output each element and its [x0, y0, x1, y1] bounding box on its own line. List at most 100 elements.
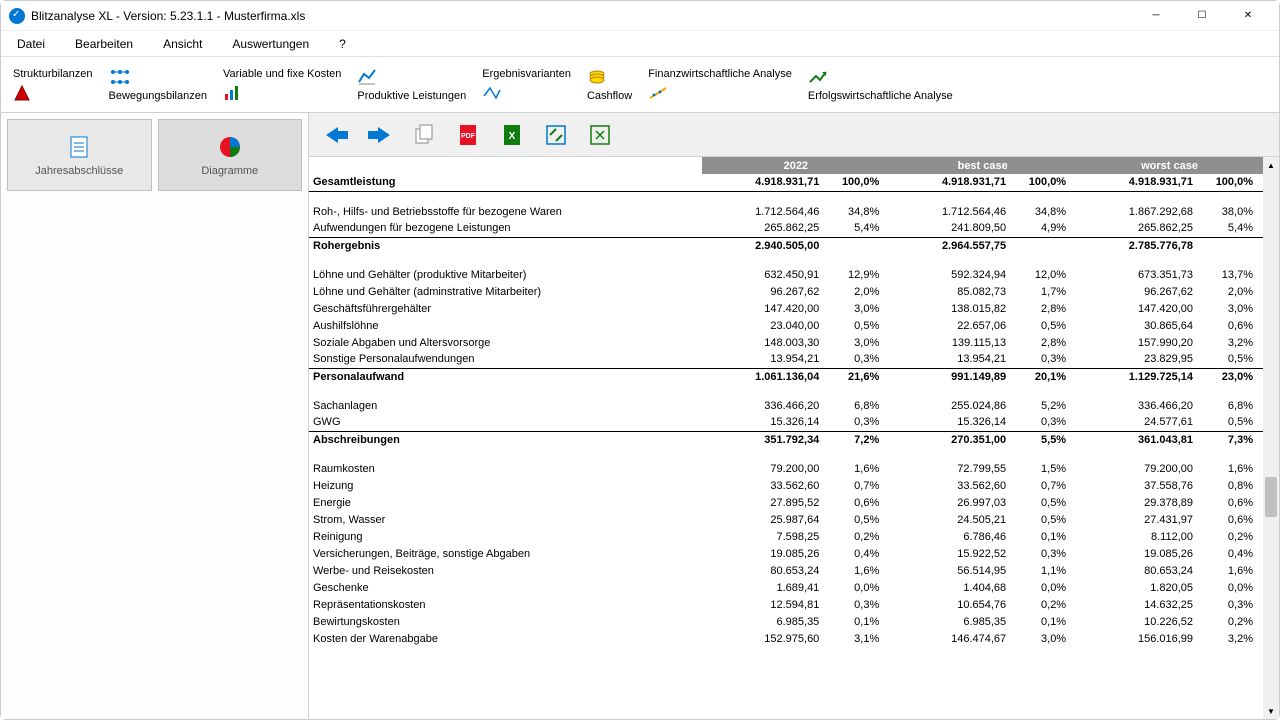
cell-value: 1.129.725,14 — [1076, 368, 1199, 385]
menu-bearbeiten[interactable]: Bearbeiten — [69, 33, 139, 55]
table-row — [309, 385, 1263, 397]
table-row: Sachanlagen336.466,206,8%255.024,865,2%3… — [309, 397, 1263, 414]
cell-value: 24.577,61 — [1076, 414, 1199, 431]
minimize-button[interactable]: ─ — [1133, 1, 1179, 31]
dots-icon — [103, 67, 137, 87]
side-panel: Jahresabschlüsse Diagramme — [1, 113, 309, 719]
scroll-thumb[interactable] — [1265, 477, 1277, 517]
row-label: Sachanlagen — [309, 397, 702, 414]
cell-pct: 3,1% — [825, 630, 889, 647]
cell-pct: 1,5% — [1012, 460, 1076, 477]
cell-value: 10.226,52 — [1076, 613, 1199, 630]
cell-value: 79.200,00 — [1076, 460, 1199, 477]
cell-value: 4.918.931,71 — [889, 174, 1012, 191]
cell-pct: 0,8% — [1199, 477, 1263, 494]
cell-pct: 0,1% — [1012, 613, 1076, 630]
cell-value: 241.809,50 — [889, 220, 1012, 237]
maximize-button[interactable]: ☐ — [1179, 1, 1225, 31]
cell-value: 157.990,20 — [1076, 334, 1199, 351]
row-label: Soziale Abgaben und Altersvorsorge — [309, 334, 702, 351]
table-row: Rohergebnis2.940.505,002.964.557,752.785… — [309, 237, 1263, 254]
tool-erfolg[interactable]: Erfolgswirtschaftliche Analyse — [802, 89, 959, 103]
table-row: Aufwendungen für bezogene Leistungen265.… — [309, 220, 1263, 237]
cell-value: 1.712.564,46 — [702, 203, 825, 220]
row-label: GWG — [309, 414, 702, 431]
cell-value: 79.200,00 — [702, 460, 825, 477]
col-header-2022: 2022 — [702, 157, 889, 174]
row-label: Löhne und Gehälter (adminstrative Mitarb… — [309, 283, 702, 300]
tool-variable-fixe[interactable]: Variable und fixe Kosten — [217, 67, 347, 81]
side-jahresabschluesse[interactable]: Jahresabschlüsse — [7, 119, 152, 191]
row-label: Energie — [309, 494, 702, 511]
cell-value: 23.040,00 — [702, 317, 825, 334]
cell-value: 138.015,82 — [889, 300, 1012, 317]
tool-finanz[interactable]: Finanzwirtschaftliche Analyse — [642, 67, 798, 81]
tool-bewegungsbilanzen[interactable]: Bewegungsbilanzen — [103, 89, 213, 103]
tool-strukturbilanzen[interactable]: Strukturbilanzen — [7, 67, 99, 81]
excel-button[interactable]: X — [497, 120, 527, 150]
collapse-button[interactable] — [585, 120, 615, 150]
col-header-bestcase: best case — [889, 157, 1076, 174]
pdf-button[interactable]: PDF — [453, 120, 483, 150]
menu-ansicht[interactable]: Ansicht — [157, 33, 208, 55]
cell-pct: 0,7% — [1012, 477, 1076, 494]
cell-value: 146.474,67 — [889, 630, 1012, 647]
cell-value: 1.712.564,46 — [889, 203, 1012, 220]
scroll-up-icon[interactable]: ▲ — [1263, 157, 1279, 173]
cell-value: 15.326,14 — [889, 414, 1012, 431]
cell-pct: 1,6% — [1199, 562, 1263, 579]
pie-icon — [216, 133, 244, 161]
cell-pct: 5,5% — [1012, 431, 1076, 448]
side-label-jahres: Jahresabschlüsse — [35, 165, 123, 177]
cell-pct: 3,0% — [825, 300, 889, 317]
cell-value: 80.653,24 — [702, 562, 825, 579]
cell-pct: 0,6% — [825, 494, 889, 511]
nav-forward-button[interactable] — [365, 120, 395, 150]
cell-value: 14.632,25 — [1076, 596, 1199, 613]
row-label: Aushilfslöhne — [309, 317, 702, 334]
cell-pct — [825, 237, 889, 254]
menu-auswertungen[interactable]: Auswertungen — [226, 33, 315, 55]
vertical-scrollbar[interactable]: ▲ ▼ — [1263, 157, 1279, 719]
nav-back-button[interactable] — [321, 120, 351, 150]
table-row: Gesamtleistung4.918.931,71100,0%4.918.93… — [309, 174, 1263, 191]
cell-value: 4.918.931,71 — [1076, 174, 1199, 191]
cell-value: 6.786,46 — [889, 528, 1012, 545]
row-label: Heizung — [309, 477, 702, 494]
menu-help[interactable]: ? — [333, 33, 352, 55]
cell-pct: 100,0% — [1012, 174, 1076, 191]
cell-value: 1.820,05 — [1076, 579, 1199, 596]
cell-pct: 3,0% — [1199, 300, 1263, 317]
cell-value: 96.267,62 — [702, 283, 825, 300]
cell-value: 37.558,76 — [1076, 477, 1199, 494]
cell-pct: 2,0% — [825, 283, 889, 300]
cell-value: 336.466,20 — [702, 397, 825, 414]
tool-ergebnisvarianten[interactable]: Ergebnisvarianten — [476, 67, 577, 81]
copy-button[interactable] — [409, 120, 439, 150]
expand-button[interactable] — [541, 120, 571, 150]
menu-datei[interactable]: Datei — [11, 33, 51, 55]
tool-cashflow[interactable]: Cashflow — [581, 89, 638, 103]
table-row — [309, 254, 1263, 266]
row-label: Strom, Wasser — [309, 511, 702, 528]
cell-pct: 0,0% — [1199, 579, 1263, 596]
cell-value: 147.420,00 — [702, 300, 825, 317]
cell-value: 4.918.931,71 — [702, 174, 825, 191]
cell-pct: 0,4% — [825, 545, 889, 562]
tool-produktive[interactable]: Produktive Leistungen — [351, 89, 472, 103]
cell-pct: 21,6% — [825, 368, 889, 385]
svg-text:PDF: PDF — [461, 133, 476, 140]
cell-pct: 0,3% — [1199, 596, 1263, 613]
side-diagramme[interactable]: Diagramme — [158, 119, 303, 191]
cell-pct: 0,0% — [1012, 579, 1076, 596]
cell-pct: 34,8% — [1012, 203, 1076, 220]
cell-pct: 0,5% — [1012, 511, 1076, 528]
row-label: Geschäftsführergehälter — [309, 300, 702, 317]
scroll-down-icon[interactable]: ▼ — [1263, 703, 1279, 719]
cell-value: 33.562,60 — [889, 477, 1012, 494]
trend-icon — [642, 83, 674, 103]
cell-pct: 20,1% — [1012, 368, 1076, 385]
cell-value: 96.267,62 — [1076, 283, 1199, 300]
close-button[interactable]: ✕ — [1225, 1, 1271, 31]
document-icon — [65, 133, 93, 161]
